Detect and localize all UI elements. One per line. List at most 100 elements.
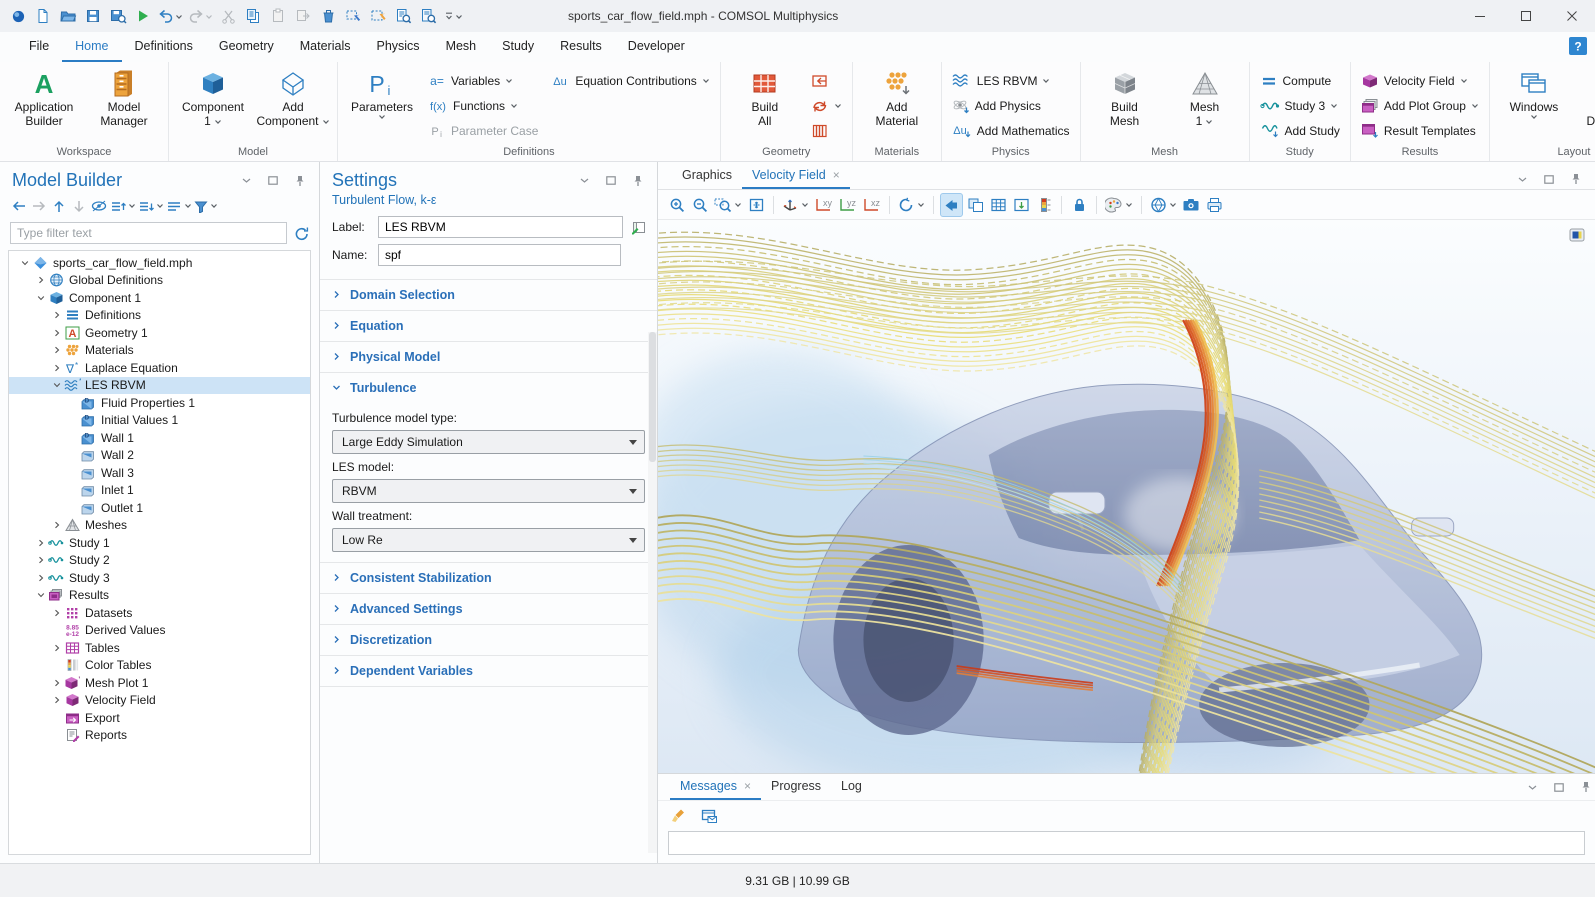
minimize-button[interactable] (1457, 0, 1503, 32)
geometry-geo-import-button[interactable] (805, 68, 848, 93)
tree-expander[interactable] (51, 696, 62, 704)
mesh-build-mesh-button[interactable]: Build Mesh (1085, 65, 1165, 131)
panel-float-button[interactable] (1550, 777, 1568, 797)
view-yz-button[interactable]: yz (836, 193, 859, 217)
zoom-extents-button[interactable] (745, 193, 767, 217)
grid-button[interactable] (987, 193, 1009, 217)
clear-selection-button[interactable] (366, 3, 390, 29)
snapshot-button[interactable] (1180, 193, 1202, 217)
physics-les-rbvm-button[interactable]: LES RBVM (946, 68, 1076, 93)
maximize-button[interactable] (1503, 0, 1549, 32)
paste-button[interactable] (266, 3, 290, 29)
settings-section-physical-model[interactable]: Physical Model (320, 341, 657, 372)
mesh-mesh-1-button[interactable]: Mesh 1 (1165, 65, 1245, 131)
tree-expander[interactable] (35, 556, 46, 564)
study-add-study-button[interactable]: Add Study (1254, 118, 1346, 143)
tree-item-fluid-properties-1[interactable]: D Fluid Properties 1 (9, 394, 310, 412)
results-velocity-field-button[interactable]: Velocity Field (1355, 68, 1485, 93)
model-filter-button[interactable] (194, 196, 218, 216)
undo-button[interactable] (156, 3, 185, 29)
settings-section-equation[interactable]: Equation (320, 310, 657, 341)
graphics-tab-velocity-field[interactable]: Velocity Field× (742, 162, 850, 189)
tree-item-datasets[interactable]: Datasets (9, 604, 310, 622)
tree-item-global-definitions[interactable]: Global Definitions (9, 272, 310, 290)
study-compute-button[interactable]: Compute (1254, 68, 1346, 93)
messages-output[interactable] (668, 831, 1585, 855)
tree-item-reports[interactable]: Reports (9, 727, 310, 745)
graphics-viewport[interactable] (658, 220, 1595, 773)
results-add-plot-group-button[interactable]: Add Plot Group (1355, 93, 1485, 118)
panel-chevron-button[interactable] (1523, 777, 1541, 797)
tree-item-study-2[interactable]: Study 2 (9, 552, 310, 570)
tree-item-study-3[interactable]: Study 3 (9, 569, 310, 587)
tree-expander[interactable] (51, 644, 62, 652)
panel-chevron-button[interactable] (237, 171, 255, 191)
menu-physics[interactable]: Physics (363, 32, 432, 62)
clear-messages-button[interactable] (668, 804, 690, 828)
menu-materials[interactable]: Materials (287, 32, 364, 62)
tree-item-materials[interactable]: Materials (9, 342, 310, 360)
tree-item-study-1[interactable]: Study 1 (9, 534, 310, 552)
tree-item-color-tables[interactable]: Color Tables (9, 657, 310, 675)
plot-window-button[interactable] (1010, 193, 1032, 217)
rotate-button[interactable] (896, 193, 927, 217)
tree-item-component-1[interactable]: Component 1 (9, 289, 310, 307)
color-palette-button[interactable] (1103, 193, 1135, 217)
panel-float-button[interactable] (1540, 169, 1558, 189)
layout-reset-desktop-button[interactable]: Reset Desktop (1574, 65, 1595, 131)
panel-pin-button[interactable] (291, 171, 309, 191)
les-model-select[interactable]: RBVM (332, 479, 645, 503)
menu-developer[interactable]: Developer (615, 32, 698, 62)
graphics-tab-graphics[interactable]: Graphics (672, 162, 742, 189)
tree-item-velocity-field[interactable]: Velocity Field (9, 692, 310, 710)
help-button[interactable]: ? (1569, 37, 1587, 58)
tree-item-mesh-plot-1[interactable]: * Mesh Plot 1 (9, 674, 310, 692)
label-indicator-button[interactable] (629, 217, 647, 237)
geometry-build-all-button[interactable]: Build All (725, 65, 805, 131)
tree-expander[interactable] (35, 591, 46, 599)
open-button[interactable] (56, 3, 80, 29)
node-text-button[interactable] (166, 196, 192, 216)
study-study-3-button[interactable]: Study 3 (1254, 93, 1346, 118)
menu-geometry[interactable]: Geometry (206, 32, 287, 62)
results-result-templates-button[interactable]: Result Templates (1355, 118, 1485, 143)
lock-button[interactable] (1068, 193, 1090, 217)
tree-item-geometry-1[interactable]: A Geometry 1 (9, 324, 310, 342)
select-box-button[interactable] (341, 3, 365, 29)
delete-button[interactable] (316, 3, 340, 29)
settings-section-turbulence[interactable]: Turbulence (320, 372, 657, 403)
save-button[interactable] (81, 3, 105, 29)
physics-add-mathematics-button[interactable]: ΔuAdd Mathematics (946, 118, 1076, 143)
menu-definitions[interactable]: Definitions (122, 32, 206, 62)
nav-forward-button[interactable] (30, 196, 48, 216)
tree-expander[interactable] (51, 364, 62, 372)
cut-button[interactable] (216, 3, 240, 29)
tree-item-inlet-1[interactable]: Inlet 1 (9, 482, 310, 500)
settings-section-dependent-variables[interactable]: Dependent Variables (320, 655, 657, 686)
messages-tab-messages[interactable]: Messages× (670, 774, 761, 800)
settings-scrollbar[interactable] (648, 332, 657, 853)
find-button[interactable] (391, 3, 415, 29)
layout-windows-button[interactable]: Windows (1494, 65, 1574, 122)
workspace-model-manager-button[interactable]: Model Manager (84, 65, 164, 131)
tree-expander[interactable] (51, 521, 62, 529)
panel-pin-button[interactable] (1567, 169, 1585, 189)
tree-item-laplace-equation[interactable]: ∇* Laplace Equation (9, 359, 310, 377)
menu-study[interactable]: Study (489, 32, 547, 62)
tree-item-les-rbvm[interactable]: * LES RBVM (9, 377, 310, 395)
view-xz-button[interactable]: xz (860, 193, 883, 217)
menu-home[interactable]: Home (62, 32, 121, 62)
physics-add-physics-button[interactable]: Add Physics (946, 93, 1076, 118)
default-view-button[interactable] (780, 193, 811, 217)
settings-section-domain-selection[interactable]: Domain Selection (320, 279, 657, 310)
tree-expander[interactable] (51, 346, 62, 354)
workspace-application-builder-button[interactable]: A Application Builder (4, 65, 84, 131)
move-up-button[interactable] (50, 196, 68, 216)
close-tab-icon[interactable]: × (833, 168, 840, 182)
tree-expander[interactable] (35, 574, 46, 582)
customize-toolbar-button[interactable] (441, 3, 465, 29)
definitions-parameters-button[interactable]: Pi Parameters (342, 65, 422, 122)
transparency-button[interactable] (964, 193, 986, 217)
tree-item-wall-2[interactable]: Wall 2 (9, 447, 310, 465)
menu-results[interactable]: Results (547, 32, 615, 62)
